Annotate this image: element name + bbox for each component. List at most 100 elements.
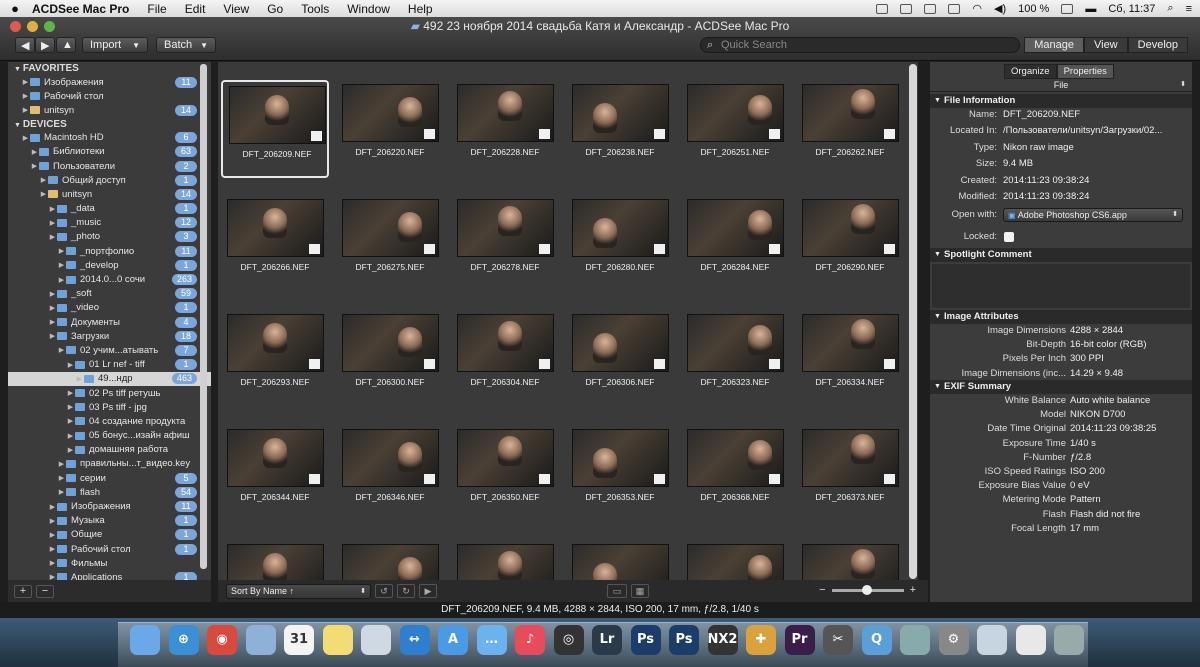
select-checkbox[interactable]	[654, 244, 665, 254]
sidebar-item[interactable]: ▶ Общие 1	[8, 528, 211, 542]
select-checkbox[interactable]	[884, 359, 895, 369]
select-checkbox[interactable]	[424, 359, 435, 369]
disclosure-triangle-icon[interactable]: ▶	[48, 545, 57, 553]
batch-button[interactable]: Batch ▼	[156, 37, 216, 53]
thumbnail-image[interactable]	[342, 429, 439, 487]
disclosure-triangle-icon[interactable]: ▶	[57, 488, 66, 496]
finder-icon[interactable]	[130, 625, 160, 655]
thumbnail-image[interactable]	[572, 544, 669, 580]
sidebar-item[interactable]: ▶ Загрузки 18	[8, 329, 211, 343]
disclosure-triangle-icon[interactable]: ▶	[21, 92, 30, 100]
grid-scrollbar[interactable]	[909, 64, 917, 579]
disclosure-triangle-icon[interactable]: ▶	[48, 503, 57, 511]
thumbnail-cell[interactable]: DFT_206266.NEF	[221, 195, 329, 293]
thumbnail-cell[interactable]: DFT_206280.NEF	[566, 195, 674, 293]
wifi-icon[interactable]: ◠	[972, 2, 982, 15]
disclosure-triangle-icon[interactable]: ▶	[66, 389, 75, 397]
menu-edit[interactable]: Edit	[176, 2, 215, 16]
slider-knob[interactable]	[861, 584, 872, 595]
thumbnail-image[interactable]	[457, 429, 554, 487]
select-checkbox[interactable]	[654, 474, 665, 484]
sidebar-item[interactable]: ▶ Пользователи 2	[8, 159, 211, 173]
disclosure-triangle-icon[interactable]: ▶	[57, 460, 66, 468]
devices-header[interactable]: ▼ DEVICES	[8, 118, 211, 131]
iphoto-icon[interactable]	[977, 625, 1007, 655]
thumbnail-image[interactable]	[572, 429, 669, 487]
chrome-icon[interactable]: ◉	[207, 625, 237, 655]
file-info-header[interactable]: ▼ File Information	[930, 94, 1192, 108]
sidebar-item[interactable]: ▶ Рабочий стол 1	[8, 542, 211, 556]
messages-icon[interactable]: …	[476, 625, 507, 655]
zoom-in-icon[interactable]: +	[910, 584, 916, 596]
thumbnail-cell[interactable]: DFT_206323.NEF	[681, 310, 789, 408]
thumbnail-cell[interactable]: DFT_206368.NEF	[681, 425, 789, 523]
disk-icon[interactable]	[361, 625, 391, 655]
time-machine-icon[interactable]	[924, 3, 937, 14]
thumbnail-image[interactable]	[342, 314, 439, 372]
sysprefs-icon[interactable]: ⚙	[938, 625, 969, 655]
sidebar-item[interactable]: ▶ 02 Ps tiff ретушь	[8, 386, 211, 400]
thumbnail-cell[interactable]: DFT_206220.NEF	[336, 80, 444, 178]
thumbnail-cell[interactable]	[336, 540, 444, 580]
photoshop2-icon[interactable]: Ps	[669, 625, 699, 655]
thumbnail-image[interactable]	[572, 84, 669, 142]
thumbnail-image[interactable]	[227, 314, 324, 372]
aperture-icon[interactable]: ◎	[553, 625, 584, 655]
nx2-icon[interactable]: NX2	[707, 625, 738, 655]
mode-develop-button[interactable]: Develop	[1127, 37, 1188, 53]
volume-icon[interactable]: ◀)	[994, 2, 1006, 15]
disclosure-triangle-icon[interactable]: ▶	[30, 148, 39, 156]
thumbnail-image[interactable]	[802, 429, 899, 487]
list-icon[interactable]: ≡	[1186, 3, 1192, 15]
tab-organize[interactable]: Organize	[1004, 64, 1057, 79]
select-checkbox[interactable]	[424, 474, 435, 484]
sidebar-scrollbar[interactable]	[200, 64, 207, 569]
select-checkbox[interactable]	[769, 244, 780, 254]
disclosure-triangle-icon[interactable]: ▶	[57, 247, 66, 255]
disclosure-triangle-icon[interactable]: ▶	[66, 432, 75, 440]
thumbnail-image[interactable]	[802, 199, 899, 257]
thumbnail-image[interactable]	[687, 544, 784, 580]
thumbnail-image[interactable]	[572, 314, 669, 372]
sidebar-item[interactable]: ▶ _photo 3	[8, 230, 211, 244]
select-checkbox[interactable]	[884, 474, 895, 484]
quick-search-input[interactable]: ⌕ Quick Search	[700, 37, 1020, 53]
thumbnail-cell[interactable]	[566, 540, 674, 580]
menu-app[interactable]: ACDSee Mac Pro	[30, 2, 138, 16]
thumbnail-cell[interactable]	[451, 540, 559, 580]
mode-manage-button[interactable]: Manage	[1024, 37, 1084, 53]
sidebar-item[interactable]: ▶ flash 54	[8, 485, 211, 499]
zoom-out-icon[interactable]: −	[819, 584, 825, 596]
flag-icon[interactable]: ▬	[1085, 3, 1096, 15]
thumbnail-image[interactable]	[342, 544, 439, 580]
sidebar-item[interactable]: ▶ Изображения 11	[8, 75, 211, 89]
sidebar-item[interactable]: ▶ unitsyn 14	[8, 103, 211, 117]
disclosure-triangle-icon[interactable]: ▶	[66, 361, 75, 369]
thumbnail-cell[interactable]: DFT_206306.NEF	[566, 310, 674, 408]
thumbnail-image[interactable]	[457, 199, 554, 257]
view-filmstrip-icon[interactable]: ▭	[607, 584, 627, 598]
sidebar-item[interactable]: ▶ _music 12	[8, 216, 211, 230]
thumbnail-image[interactable]	[687, 84, 784, 142]
nik-icon[interactable]: ✚	[746, 625, 776, 655]
disclosure-triangle-icon[interactable]: ▶	[48, 304, 57, 312]
thumbnail-image[interactable]	[457, 314, 554, 372]
exif-summary-header[interactable]: ▼ EXIF Summary	[930, 380, 1192, 394]
tab-properties[interactable]: Properties	[1056, 64, 1114, 79]
sidebar-item[interactable]: ▶ 02 учим...атывать 7	[8, 343, 211, 357]
rotate-right-icon[interactable]: ↻	[397, 584, 415, 598]
thumbnail-cell[interactable]: DFT_206373.NEF	[796, 425, 904, 523]
menu-help[interactable]: Help	[399, 2, 442, 16]
disclosure-triangle-icon[interactable]: ▶	[57, 346, 66, 354]
finalcut-icon[interactable]: ✂	[823, 625, 853, 655]
thumbnail-cell[interactable]: DFT_206300.NEF	[336, 310, 444, 408]
menu-file[interactable]: File	[138, 2, 175, 16]
thumbnail-image[interactable]	[229, 86, 326, 144]
thumbnail-image[interactable]	[572, 199, 669, 257]
premiere-icon[interactable]: Pr	[784, 625, 815, 655]
thumbnail-image[interactable]	[687, 199, 784, 257]
menu-view[interactable]: View	[214, 2, 258, 16]
thumbnail-cell[interactable]: DFT_206290.NEF	[796, 195, 904, 293]
remove-folder-button[interactable]: −	[36, 584, 54, 598]
disclosure-triangle-icon[interactable]: ▶	[66, 417, 75, 425]
